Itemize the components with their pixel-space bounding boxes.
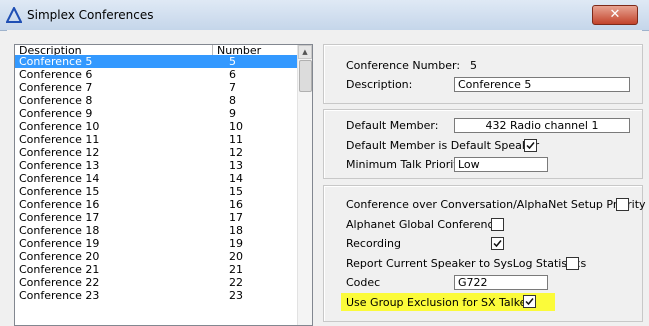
row-description: Conference 17 (19, 211, 100, 224)
default-speaker-label: Default Member is Default Speaker (346, 139, 540, 152)
conference-details-group: Conference Number: 5 Description: Confer… (323, 44, 643, 104)
over-conversation-checkbox[interactable] (616, 198, 629, 211)
list-row[interactable]: Conference 13 13 (15, 159, 297, 172)
dialog-body: Description Number Conference 5 5 Conferen… (7, 30, 646, 326)
global-conference-checkbox[interactable] (491, 218, 504, 231)
title-bar: Simplex Conferences ✕ (0, 0, 649, 31)
row-number: 11 (229, 133, 243, 146)
list-row[interactable]: Conference 9 9 (15, 107, 297, 120)
row-number: 6 (229, 68, 236, 81)
row-description: Conference 7 (19, 81, 93, 94)
report-speaker-checkbox[interactable] (566, 257, 579, 270)
default-member-label: Default Member: (346, 119, 439, 132)
row-description: Conference 16 (19, 198, 100, 211)
list-row[interactable]: Conference 14 14 (15, 172, 297, 185)
row-description: Conference 15 (19, 185, 100, 198)
vertical-scrollbar[interactable]: ▲ (297, 45, 312, 325)
list-rows: Conference 5 5 Conference 6 6 Conference 77C… (15, 55, 297, 302)
row-description: Conference 18 (19, 224, 100, 237)
row-number: 10 (229, 120, 243, 133)
conference-number-value: 5 (470, 59, 477, 72)
row-number: 15 (229, 185, 243, 198)
row-description: Conference 10 (19, 120, 100, 133)
list-row[interactable]: Conference 7 7 (15, 81, 297, 94)
list-row[interactable]: Conference 12 12 (15, 146, 297, 159)
row-description: Conference 9 (19, 107, 93, 120)
list-row[interactable]: Conference 6 6 (15, 68, 297, 81)
codec-label: Codec (346, 276, 381, 289)
conference-number-label: Conference Number: (346, 59, 461, 72)
row-number: 8 (229, 94, 236, 107)
over-conversation-label: Conference over Conversation/AlphaNet Se… (346, 198, 646, 211)
row-number: 18 (229, 224, 243, 237)
checkmark-icon (526, 142, 535, 150)
options-group: Conference over Conversation/AlphaNet Se… (323, 185, 646, 322)
global-conference-label: Alphanet Global Conference (346, 218, 501, 231)
recording-checkbox[interactable] (491, 237, 504, 250)
close-button[interactable]: ✕ (592, 5, 638, 25)
member-group: Default Member: 432 Radio channel 1 Defa… (323, 109, 643, 179)
group-exclusion-label: Use Group Exclusion for SX Talker (346, 296, 531, 309)
conference-list[interactable]: Description Number Conference 5 5 Conferen… (14, 44, 313, 326)
checkmark-icon (493, 240, 502, 248)
codec-field[interactable]: G722 (454, 275, 548, 290)
app-icon (6, 7, 22, 23)
row-description: Conference 12 (19, 146, 100, 159)
row-description: Conference 13 (19, 159, 100, 172)
default-speaker-checkbox[interactable] (524, 139, 537, 152)
row-description: Conference 8 (19, 94, 93, 107)
list-row[interactable]: Conference 18 18 (15, 224, 297, 237)
list-row[interactable]: Conference 22 22 (15, 276, 297, 289)
row-number: 23 (229, 289, 243, 302)
group-exclusion-checkbox[interactable] (523, 295, 536, 308)
row-number: 21 (229, 263, 243, 276)
list-row[interactable]: Conference 8 8 (15, 94, 297, 107)
list-row[interactable]: Conference 21 21 (15, 263, 297, 276)
window-title: Simplex Conferences (27, 8, 154, 22)
default-member-field[interactable]: 432 Radio channel 1 (454, 118, 630, 133)
row-number: 22 (229, 276, 243, 289)
row-description: Conference 14 (19, 172, 100, 185)
row-number: 17 (229, 211, 243, 224)
list-row[interactable]: Conference 23 23 (15, 289, 297, 302)
row-number: 7 (229, 81, 236, 94)
min-priority-label: Minimum Talk Priority (346, 158, 465, 171)
list-row[interactable]: Conference 10 10 (15, 120, 297, 133)
list-row[interactable]: Conference 17 17 (15, 211, 297, 224)
list-row[interactable]: Conference 16 16 (15, 198, 297, 211)
row-description: Conference 20 (19, 250, 100, 263)
list-row[interactable]: Conference 19 19 (15, 237, 297, 250)
min-priority-field[interactable]: Low (454, 157, 548, 172)
row-description: Conference 19 (19, 237, 100, 250)
list-row[interactable]: Conference 11 11 (15, 133, 297, 146)
row-description: Conference 23 (19, 289, 100, 302)
list-row[interactable]: Conference 5 5 (15, 55, 297, 68)
report-speaker-label: Report Current Speaker to SysLog Statist… (346, 257, 587, 270)
row-description: Conference 11 (19, 133, 100, 146)
row-description: Conference 5 (19, 55, 93, 68)
row-number: 16 (229, 198, 243, 211)
description-input[interactable]: Conference 5 (454, 77, 630, 92)
row-number: 20 (229, 250, 243, 263)
description-label: Description: (346, 78, 413, 91)
row-description: Conference 6 (19, 68, 93, 81)
scroll-thumb[interactable] (299, 60, 312, 92)
row-number: 19 (229, 237, 243, 250)
scroll-up-arrow-icon[interactable]: ▲ (298, 45, 312, 59)
row-number: 13 (229, 159, 243, 172)
list-row[interactable]: Conference 15 15 (15, 185, 297, 198)
recording-label: Recording (346, 237, 402, 250)
row-number: 9 (229, 107, 236, 120)
row-number: 12 (229, 146, 243, 159)
row-number: 14 (229, 172, 243, 185)
row-number: 5 (229, 55, 236, 68)
row-description: Conference 22 (19, 276, 100, 289)
row-description: Conference 21 (19, 263, 100, 276)
checkmark-icon (525, 298, 534, 306)
list-row[interactable]: Conference 20 20 (15, 250, 297, 263)
